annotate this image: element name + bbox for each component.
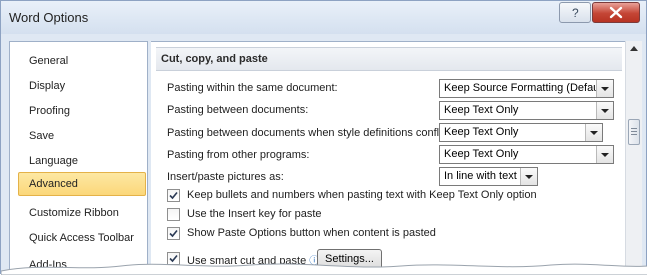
sidebar-item-customize-ribbon[interactable]: Customize Ribbon	[18, 201, 146, 225]
help-button[interactable]: ?	[559, 2, 591, 23]
show-paste-options-checkbox[interactable]	[167, 227, 180, 240]
paste-style-conflict-label: Pasting between documents when style def…	[167, 127, 454, 139]
paste-same-doc-label: Pasting within the same document:	[167, 82, 338, 94]
paste-other-programs-value: Keep Text Only	[444, 148, 519, 160]
word-options-dialog: Word Options ? General Display Proofing …	[0, 0, 647, 275]
title-bar: Word Options ?	[1, 1, 646, 34]
vertical-scrollbar[interactable]	[625, 41, 642, 275]
scroll-thumb[interactable]	[628, 119, 640, 145]
sidebar-item-quick-access-toolbar[interactable]: Quick Access Toolbar	[18, 226, 146, 250]
paste-style-conflict-value: Keep Text Only	[444, 126, 519, 138]
sidebar-item-save[interactable]: Save	[18, 124, 146, 148]
insert-key-paste-label: Use the Insert key for paste	[187, 208, 322, 220]
scroll-up-arrow-icon[interactable]	[626, 41, 642, 57]
show-paste-options-label: Show Paste Options button when content i…	[187, 227, 436, 239]
paste-same-doc-value: Keep Source Formatting (Default)	[444, 82, 609, 94]
chevron-down-icon	[596, 80, 613, 97]
paste-between-docs-dropdown[interactable]: Keep Text Only	[439, 101, 614, 120]
chevron-down-icon	[585, 124, 602, 141]
checkmark-icon	[169, 191, 178, 200]
options-sidebar: General Display Proofing Save Language A…	[9, 41, 148, 275]
paste-same-doc-dropdown[interactable]: Keep Source Formatting (Default)	[439, 79, 614, 98]
chevron-down-icon	[596, 102, 613, 119]
advanced-options-panel: Cut, copy, and paste Pasting within the …	[151, 41, 625, 275]
paste-between-docs-value: Keep Text Only	[444, 104, 519, 116]
sidebar-item-proofing[interactable]: Proofing	[18, 99, 146, 123]
insert-key-paste-checkbox[interactable]	[167, 208, 180, 221]
chevron-down-icon	[520, 168, 537, 185]
window-title: Word Options	[9, 10, 89, 25]
sidebar-item-advanced[interactable]: Advanced	[18, 172, 146, 196]
keep-bullets-label: Keep bullets and numbers when pasting te…	[187, 189, 537, 201]
paste-between-docs-label: Pasting between documents:	[167, 104, 309, 116]
torn-edge	[1, 263, 647, 275]
insert-pictures-value: In line with text	[444, 170, 517, 182]
paste-style-conflict-dropdown[interactable]: Keep Text Only	[439, 123, 603, 142]
svg-text:?: ?	[572, 6, 579, 20]
chevron-down-icon	[596, 146, 613, 163]
close-button[interactable]	[592, 2, 640, 23]
question-icon: ?	[572, 6, 579, 20]
close-icon	[609, 6, 623, 19]
sidebar-item-display[interactable]: Display	[18, 74, 146, 98]
checkmark-icon	[169, 229, 178, 238]
sidebar-item-general[interactable]: General	[18, 49, 146, 73]
keep-bullets-checkbox[interactable]	[167, 189, 180, 202]
section-header: Cut, copy, and paste	[156, 47, 622, 71]
paste-other-programs-label: Pasting from other programs:	[167, 149, 310, 161]
section-title: Cut, copy, and paste	[161, 53, 268, 65]
paste-other-programs-dropdown[interactable]: Keep Text Only	[439, 145, 614, 164]
insert-pictures-dropdown[interactable]: In line with text	[439, 167, 538, 186]
sidebar-item-language[interactable]: Language	[18, 149, 146, 173]
insert-pictures-label: Insert/paste pictures as:	[167, 171, 284, 183]
